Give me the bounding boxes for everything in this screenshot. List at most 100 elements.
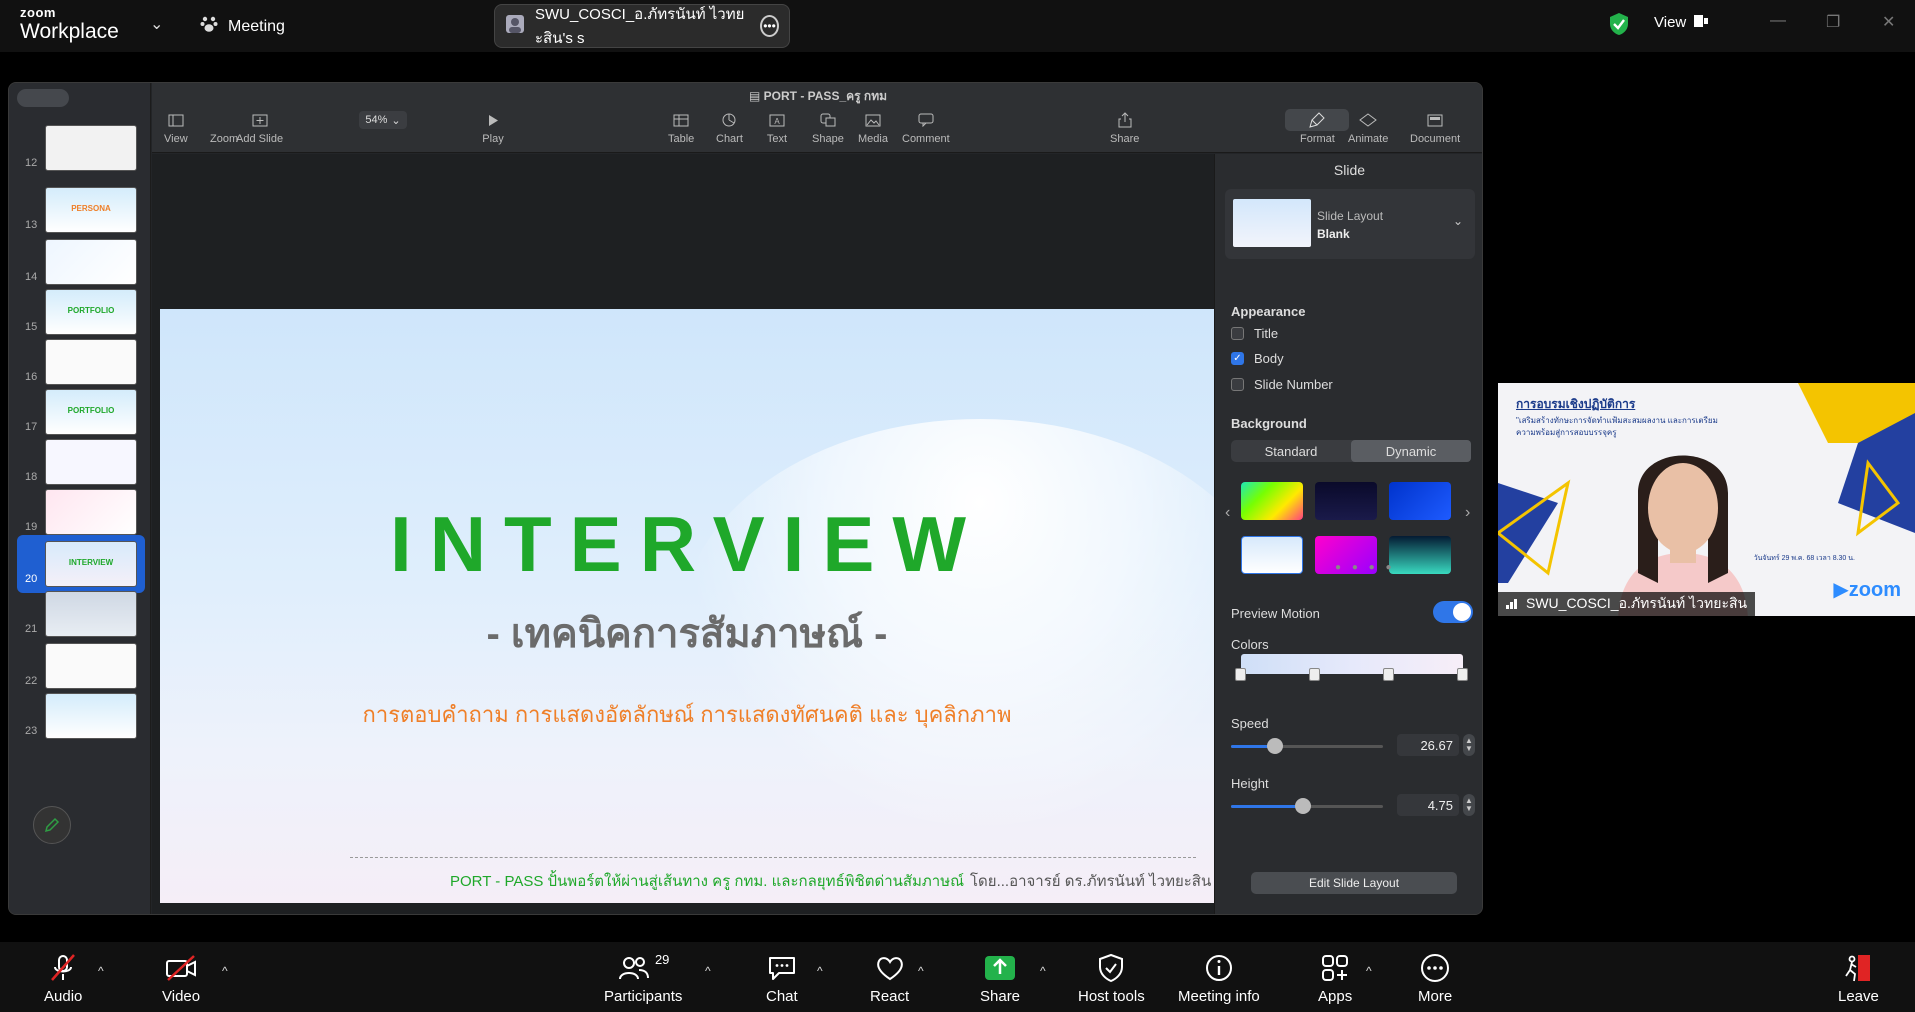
- share-options-caret[interactable]: ^: [1040, 964, 1046, 978]
- bg-swatch[interactable]: [1241, 482, 1303, 520]
- slide-description[interactable]: การตอบคำถาม การแสดงอัตลักษณ์ การแสดงทัศน…: [160, 697, 1214, 732]
- signal-bars-icon: [1506, 596, 1520, 612]
- speed-input[interactable]: 26.67: [1397, 734, 1459, 756]
- bg-swatch-selected[interactable]: [1241, 536, 1303, 574]
- slide-thumbnail[interactable]: [45, 591, 137, 637]
- view-button[interactable]: View: [1654, 14, 1709, 31]
- host-tools-button[interactable]: Host tools: [1078, 952, 1145, 1005]
- swatch-page-dots[interactable]: ● ● ● ●: [1335, 562, 1396, 573]
- chat-button[interactable]: Chat: [766, 952, 798, 1005]
- text-tool[interactable]: A Text: [766, 111, 788, 145]
- gradient-stop[interactable]: [1383, 668, 1394, 681]
- format-tool[interactable]: Format: [1300, 111, 1335, 145]
- height-slider[interactable]: [1231, 798, 1383, 814]
- diamond-icon: [1357, 111, 1379, 129]
- presenter-video[interactable]: การอบรมเชิงปฏิบัติการ "เสริมสร้างทักษะกา…: [1498, 383, 1915, 616]
- speed-slider-knob[interactable]: [1267, 738, 1283, 754]
- share-screen-button[interactable]: Share: [980, 952, 1020, 1005]
- navigator-pill[interactable]: [17, 89, 69, 107]
- leave-button[interactable]: Leave: [1838, 952, 1879, 1005]
- slide-thumbnail[interactable]: [45, 643, 137, 689]
- current-slide[interactable]: INTERVIEW - เทคนิคการสัมภาษณ์ - การตอบคำ…: [160, 309, 1214, 903]
- close-window-icon[interactable]: ✕: [1882, 12, 1895, 32]
- zoom-tool[interactable]: Zoom: [210, 111, 238, 145]
- minimize-window-icon[interactable]: —: [1770, 12, 1786, 30]
- slide-footer-left[interactable]: PORT - PASS ปั้นพอร์ตให้ผ่านสู่เส้นทาง ค…: [450, 869, 964, 893]
- slide-title[interactable]: INTERVIEW: [160, 499, 1214, 590]
- share-tool[interactable]: Share: [1110, 111, 1139, 145]
- video-options-caret[interactable]: ^: [222, 964, 228, 978]
- more-button[interactable]: More: [1418, 952, 1452, 1005]
- sidebar-icon: [165, 111, 187, 129]
- slide-thumbnail[interactable]: [45, 439, 137, 485]
- security-shield-icon[interactable]: [1608, 12, 1630, 36]
- slide-thumbnail[interactable]: INTERVIEW: [45, 541, 137, 587]
- chevron-right-icon[interactable]: ›: [1465, 504, 1470, 522]
- height-stepper[interactable]: ▲ ▼: [1463, 794, 1475, 816]
- slide-layout-selector[interactable]: Slide Layout Blank ⌄: [1225, 189, 1475, 259]
- slide-thumbnail[interactable]: PERSONA: [45, 187, 137, 233]
- gradient-stop[interactable]: [1309, 668, 1320, 681]
- react-button[interactable]: React: [870, 952, 909, 1005]
- slide-canvas[interactable]: INTERVIEW - เทคนิคการสัมภาษณ์ - การตอบคำ…: [152, 154, 1214, 914]
- video-button[interactable]: Video: [162, 952, 200, 1005]
- speed-stepper[interactable]: ▲ ▼: [1463, 734, 1475, 756]
- add-slide-tool[interactable]: Add Slide: [236, 111, 283, 145]
- chart-tool[interactable]: Chart: [716, 111, 743, 145]
- zoom-dropdown[interactable]: 54% ⌄: [359, 111, 407, 129]
- chevron-left-icon[interactable]: ‹: [1225, 504, 1230, 522]
- slide-number-checkbox[interactable]: Slide Number: [1231, 377, 1333, 392]
- audio-options-caret[interactable]: ^: [98, 964, 104, 978]
- apps-button[interactable]: Apps: [1318, 952, 1352, 1005]
- document-tool[interactable]: Document: [1410, 111, 1460, 145]
- animate-tool[interactable]: Animate: [1348, 111, 1388, 145]
- react-options-caret[interactable]: ^: [918, 964, 924, 978]
- body-checkbox[interactable]: ✓ Body: [1231, 351, 1284, 366]
- meeting-menu[interactable]: Meeting: [200, 15, 285, 38]
- bg-swatch[interactable]: [1389, 536, 1451, 574]
- meeting-info-button[interactable]: Meeting info: [1178, 952, 1260, 1005]
- play-tool[interactable]: Play: [482, 111, 504, 145]
- slide-thumbnail[interactable]: PORTFOLIO: [45, 289, 137, 335]
- zoom-workplace-logo: zoom Workplace: [20, 6, 119, 42]
- edit-pencil-icon[interactable]: [33, 806, 71, 844]
- preview-motion-toggle[interactable]: [1433, 601, 1473, 623]
- slide-navigator[interactable]: 12 PERSONA 13 14 PORTFOLIO 15 16 PORTFOLIO 17 18 1…: [9, 83, 151, 914]
- slide-subtitle[interactable]: - เทคนิคการสัมภาษณ์ -: [160, 601, 1214, 665]
- gradient-stop[interactable]: [1235, 668, 1246, 681]
- background-segmented-control[interactable]: Standard Dynamic: [1231, 440, 1471, 462]
- slide-thumbnail[interactable]: PORTFOLIO: [45, 389, 137, 435]
- table-tool[interactable]: Table: [668, 111, 694, 145]
- slide-thumbnail[interactable]: [45, 125, 137, 171]
- participants-button[interactable]: 29 Participants: [604, 952, 682, 1005]
- slide-footer-right[interactable]: โดย...อาจารย์ ดร.ภัทรนันท์ ไวทยะสิน: [970, 869, 1211, 893]
- title-checkbox[interactable]: Title: [1231, 326, 1278, 341]
- bg-swatch[interactable]: [1389, 482, 1451, 520]
- edit-slide-layout-button[interactable]: Edit Slide Layout: [1251, 872, 1457, 894]
- participants-options-caret[interactable]: ^: [705, 964, 711, 978]
- gradient-stop[interactable]: [1457, 668, 1468, 681]
- height-slider-knob[interactable]: [1295, 798, 1311, 814]
- dynamic-segment[interactable]: Dynamic: [1351, 440, 1471, 462]
- slide-thumbnail[interactable]: [45, 489, 137, 535]
- standard-segment[interactable]: Standard: [1231, 440, 1351, 462]
- screen-share-indicator[interactable]: SWU_COSCI_อ.ภัทรนันท์ ไวทยะสิน's s •••: [494, 4, 790, 48]
- chat-options-caret[interactable]: ^: [817, 964, 823, 978]
- muted-microphone-icon: [48, 952, 78, 984]
- shape-tool[interactable]: Shape: [812, 111, 844, 145]
- slide-thumbnail[interactable]: [45, 339, 137, 385]
- view-tool[interactable]: View: [164, 111, 188, 145]
- more-options-icon[interactable]: •••: [760, 15, 779, 37]
- chevron-down-icon[interactable]: ⌄: [150, 14, 163, 34]
- slide-thumbnail[interactable]: [45, 239, 137, 285]
- maximize-window-icon[interactable]: ❐: [1826, 12, 1840, 32]
- height-input[interactable]: 4.75: [1397, 794, 1459, 816]
- color-gradient-bar[interactable]: [1241, 654, 1463, 674]
- comment-tool[interactable]: Comment: [902, 111, 950, 145]
- media-tool[interactable]: Media: [858, 111, 888, 145]
- audio-button[interactable]: Audio: [44, 952, 82, 1005]
- apps-options-caret[interactable]: ^: [1366, 964, 1372, 978]
- slide-thumbnail[interactable]: [45, 693, 137, 739]
- speed-slider[interactable]: [1231, 738, 1383, 754]
- bg-swatch[interactable]: [1315, 482, 1377, 520]
